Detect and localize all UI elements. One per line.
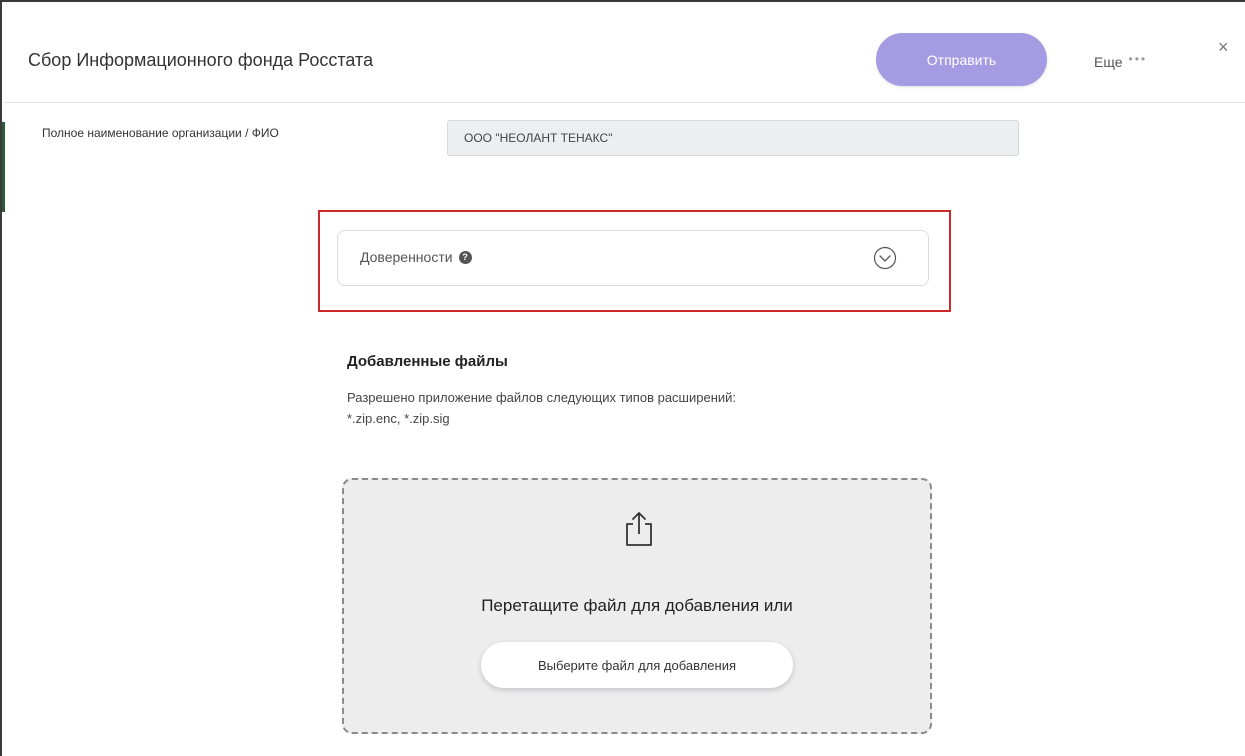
question-circle-icon[interactable]: ? xyxy=(458,250,472,264)
left-edge-stripe xyxy=(2,122,5,212)
allowed-extensions-text: Разрешено приложение файлов следующих ти… xyxy=(347,387,867,429)
more-label: Еще xyxy=(1094,54,1123,70)
allowed-extensions-line1: Разрешено приложение файлов следующих ти… xyxy=(347,390,737,405)
more-dots-icon: ••• xyxy=(1128,52,1148,66)
modal-window: Сбор Информационного фонда Росстата Отпр… xyxy=(0,0,1245,756)
modal-header: Сбор Информационного фонда Росстата Отпр… xyxy=(4,4,1245,103)
file-dropzone[interactable]: Перетащите файл для добавления или Выбер… xyxy=(342,478,932,734)
close-icon[interactable]: × xyxy=(1218,38,1229,56)
page-title: Сбор Информационного фонда Росстата xyxy=(28,50,374,70)
dropzone-prompt: Перетащите файл для добавления или xyxy=(481,596,793,615)
accordion-label: Доверенности xyxy=(360,249,453,265)
org-name-value: ООО "НЕОЛАНТ ТЕНАКС" xyxy=(464,131,613,145)
accordion-header: Доверенности ? xyxy=(360,249,472,265)
upload-icon xyxy=(626,512,652,546)
chevron-down-circle-icon[interactable] xyxy=(873,246,897,270)
added-files-title: Добавленные файлы xyxy=(347,353,508,370)
org-name-field: ООО "НЕОЛАНТ ТЕНАКС" xyxy=(447,120,1019,156)
choose-file-button[interactable]: Выберите файл для добавления xyxy=(481,642,793,688)
power-of-attorney-accordion[interactable]: Доверенности ? xyxy=(337,230,929,286)
allowed-extensions-line2: *.zip.enc, *.zip.sig xyxy=(347,411,450,426)
more-menu-button[interactable]: Еще ••• xyxy=(1094,52,1148,70)
org-name-label: Полное наименование организации / ФИО xyxy=(42,126,279,140)
send-button[interactable]: Отправить xyxy=(876,33,1047,86)
